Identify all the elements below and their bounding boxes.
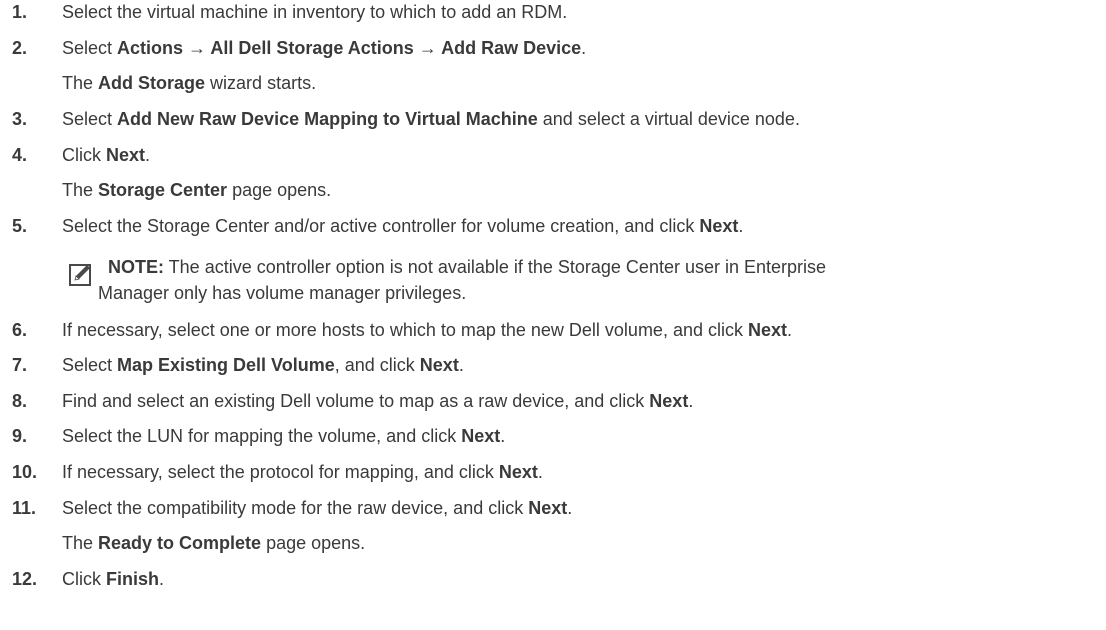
step-10: 10. If necessary, select the protocol for…: [12, 462, 543, 482]
step-number: 3.: [12, 109, 28, 129]
step-8: 8. Find and select an existing Dell volum…: [12, 391, 694, 411]
note-text: NOTE: The active controller option is no…: [98, 257, 827, 303]
step-number: 12.: [12, 569, 38, 589]
result-ready-to-complete: The Ready to Complete page opens.: [62, 533, 366, 553]
step-number: 8.: [12, 391, 28, 411]
step-number: 4.: [12, 145, 28, 165]
menu-path: Actions → All Dell Storage Actions → Add…: [117, 38, 582, 58]
step-9: 9. Select the LUN for mapping the volume,…: [12, 426, 506, 446]
step-number: 9.: [12, 426, 28, 446]
step-3: 3. Select Add New Raw Device Mapping to V…: [12, 109, 800, 129]
step-number: 7.: [12, 355, 28, 375]
step-number: 11.: [12, 498, 37, 518]
step-6: 6. If necessary, select one or more hosts…: [12, 320, 793, 340]
step-number: 2.: [12, 38, 28, 58]
step-4: 4. Click Next.: [12, 145, 151, 165]
step-7: 7. Select Map Existing Dell Volume, and c…: [12, 355, 464, 375]
result-add-storage: The Add Storage wizard starts.: [62, 73, 317, 93]
step-1: 1. Select the virtual machine in inventor…: [12, 2, 568, 22]
step-2: 2. Select Actions → All Dell Storage Acti…: [12, 38, 587, 58]
step-number: 10.: [12, 462, 38, 482]
pencil-note-icon: [69, 264, 91, 286]
step-5: 5. Select the Storage Center and/or activ…: [12, 216, 744, 236]
step-11: 11. Select the compatibility mode for the…: [12, 498, 573, 518]
step-number: 5.: [12, 216, 28, 236]
step-number: 6.: [12, 320, 28, 340]
note-label: NOTE:: [108, 257, 164, 277]
result-storage-center: The Storage Center page opens.: [62, 180, 332, 200]
step-12: 12. Click Finish.: [12, 569, 165, 589]
step-number: 1.: [12, 2, 28, 22]
